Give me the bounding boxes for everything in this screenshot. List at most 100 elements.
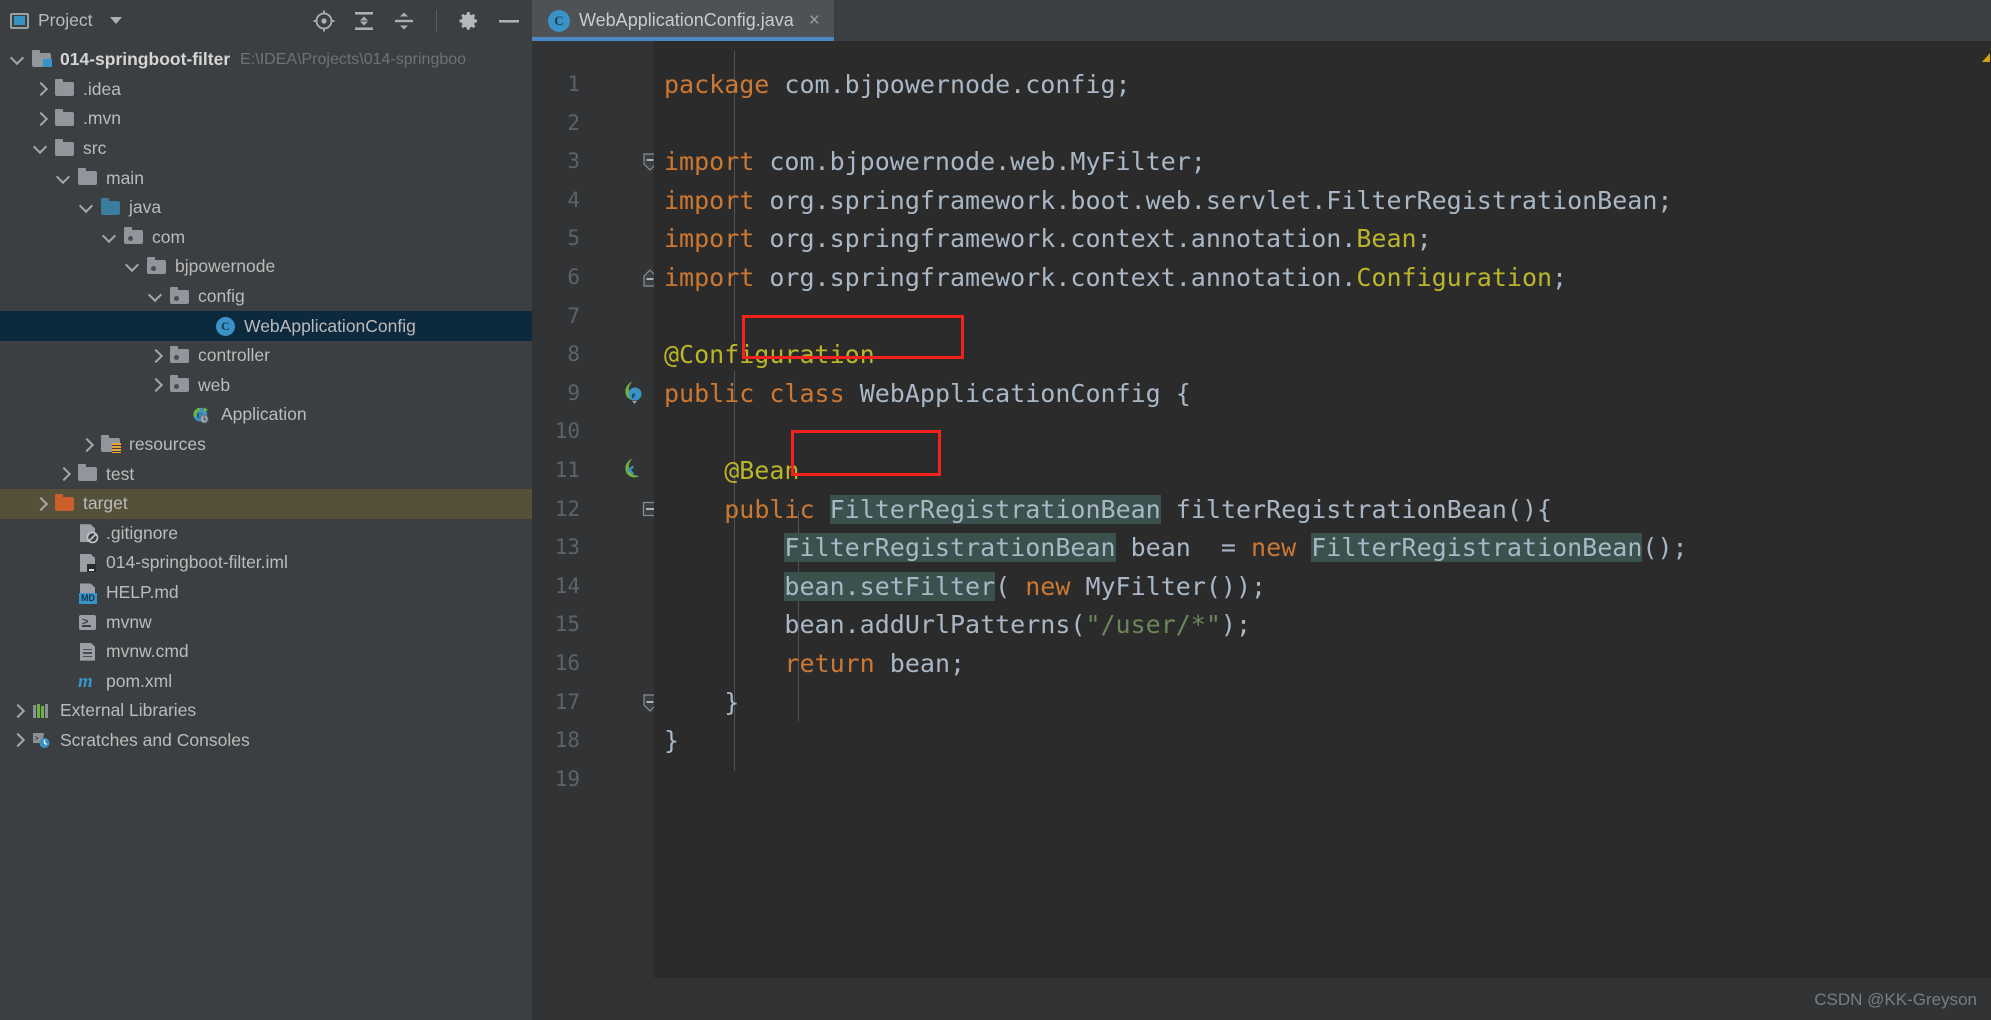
code-token: Configuration [1356, 263, 1553, 292]
chevron-down-icon[interactable] [148, 288, 165, 305]
java-class-icon: C [548, 9, 570, 32]
gutter-line-number: 16 [554, 651, 580, 675]
tree-item-test[interactable]: test [0, 459, 532, 489]
code-token: public [724, 494, 815, 524]
tree-item-label: 014-springboot-filter [60, 49, 231, 70]
close-icon[interactable]: × [809, 11, 820, 30]
tree-item-idea[interactable]: .idea [0, 75, 532, 105]
chevron-down-icon[interactable] [33, 140, 50, 157]
chevron-down-icon[interactable] [102, 229, 119, 246]
tree-item-bjpowernode[interactable]: bjpowernode [0, 252, 532, 282]
package-icon [169, 286, 191, 307]
idea-window: Project C WebApplicationConfig.java × 01… [0, 0, 1991, 1020]
tree-item-label: HELP.md [106, 581, 179, 602]
chevron-down-icon[interactable] [56, 170, 73, 187]
editor-tab-webapplicationconfig[interactable]: C WebApplicationConfig.java × [532, 0, 834, 41]
chevron-down-icon[interactable] [79, 199, 96, 216]
tree-item-label: bjpowernode [175, 256, 276, 277]
chevron-right-icon[interactable] [33, 495, 50, 512]
tree-item-com[interactable]: com [0, 223, 532, 253]
scrollbar-warning-marker[interactable] [1982, 53, 1990, 62]
gutter-line-number: 14 [554, 573, 580, 598]
tree-item-label: com [152, 226, 186, 247]
tree-item-config[interactable]: config [0, 282, 532, 312]
chevron-right-icon[interactable] [10, 732, 27, 749]
chevron-right-icon[interactable] [148, 347, 165, 364]
chevron-right-icon[interactable] [33, 81, 50, 98]
gear-icon[interactable] [456, 8, 482, 34]
tree-item-label: main [106, 167, 144, 188]
spring-bean-method-gutter-icon[interactable] [620, 456, 646, 482]
code-token: FilterRegistrationBean [784, 533, 1116, 563]
editor-gutter[interactable]: 1 2 3 4 5 6 7 8 9 10 11 12 13 14 15 16 17 18 19 e [532, 41, 658, 1020]
code-token: "/user/*" [1085, 610, 1221, 640]
tree-item-webapplicationconfig[interactable]: C WebApplicationConfig [0, 311, 532, 341]
gutter-line-number: 13 [554, 535, 580, 560]
bean-annotation-highlight [791, 430, 941, 476]
tree-item-label: WebApplicationConfig [244, 315, 416, 336]
code-token: bean; [874, 649, 966, 678]
tree-item-mvnw[interactable]: > mvnw [0, 607, 532, 637]
locate-target-icon[interactable] [311, 8, 337, 34]
tree-item-label: config [198, 286, 245, 307]
tree-item-label: web [198, 374, 231, 395]
tree-item-target[interactable]: target [0, 488, 532, 519]
minimize-icon[interactable] [496, 8, 522, 34]
chevron-down-icon[interactable] [125, 258, 142, 275]
chevron-right-icon[interactable] [56, 466, 73, 483]
code-token: @Bean [664, 456, 800, 485]
collapse-all-icon[interactable] [351, 8, 377, 34]
tree-item-application[interactable]: C Application [0, 400, 532, 430]
gutter-line-number: 8 [567, 342, 580, 367]
watermark-text: CSDN @KK-Greyson [1814, 990, 1977, 1009]
code-editor[interactable]: 1 2 3 4 5 6 7 8 9 10 11 12 13 14 15 16 17 18 19 e package c… [532, 41, 1991, 1020]
tree-item-014-springboot-filter-iml[interactable]: 014-springboot-filter.iml [0, 548, 532, 578]
code-token: filterRegistrationBean(){ [1160, 494, 1553, 524]
chevron-right-icon[interactable] [148, 377, 165, 394]
code-token: org.springframework.context.annotation. [754, 224, 1357, 254]
svg-text:e: e [632, 390, 636, 400]
tree-item-src[interactable]: src [0, 134, 532, 164]
tree-item-label: Scratches and Consoles [60, 729, 250, 750]
chevron-right-icon[interactable] [33, 110, 50, 127]
main-area: 014-springboot-filter E:\IDEA\Projects\01… [0, 41, 1991, 1020]
tree-item-gitignore[interactable]: .gitignore [0, 519, 532, 549]
project-tool-window-title-group[interactable]: Project [10, 10, 123, 31]
tree-item-resources[interactable]: resources [0, 430, 532, 460]
spring-bean-class-gutter-icon[interactable]: e [620, 379, 646, 405]
iml-file-icon [77, 553, 99, 573]
tree-item-014-springboot-filter[interactable]: 014-springboot-filter E:\IDEA\Projects\01… [0, 45, 532, 75]
tree-item-main[interactable]: main [0, 163, 532, 193]
editor-scrollbar[interactable] [1975, 41, 1991, 1020]
code-token: import [664, 185, 755, 215]
project-toolbar-actions [311, 8, 526, 34]
package-icon [146, 256, 168, 277]
tree-item-mvnw-cmd[interactable]: mvnw.cmd [0, 637, 532, 667]
code-content[interactable]: package com.bjpowernode.config; import co… [654, 41, 1991, 1020]
chevron-down-icon[interactable] [10, 51, 27, 68]
tree-item-web[interactable]: web [0, 371, 532, 401]
gutter-line-number: 9 [567, 380, 580, 405]
chevron-right-icon[interactable] [79, 436, 96, 453]
gutter-line-number: 2 [567, 110, 580, 135]
resources-folder-icon [100, 434, 122, 455]
code-token: new [1251, 533, 1297, 563]
chevron-right-icon[interactable] [10, 702, 27, 719]
tree-item-mvn[interactable]: .mvn [0, 104, 532, 134]
tree-item-help-md[interactable]: MD HELP.md [0, 578, 532, 608]
svg-text:>: > [35, 736, 39, 743]
project-tree[interactable]: 014-springboot-filter E:\IDEA\Projects\01… [0, 41, 532, 1020]
chevron-down-icon[interactable] [110, 17, 123, 24]
package-icon [169, 375, 191, 395]
code-token: ( [995, 571, 1026, 601]
tree-item-controller[interactable]: controller [0, 341, 532, 371]
tree-item-java[interactable]: java [0, 193, 532, 223]
tree-item-pom-xml[interactable]: m pom.xml [0, 666, 532, 696]
code-line-9: public class WebApplicationConfig { [664, 378, 1191, 408]
tree-item-scratches-and-consoles[interactable]: > Scratches and Consoles [0, 726, 532, 756]
expand-collapse-icon[interactable] [391, 8, 417, 34]
code-token: return [784, 649, 875, 678]
code-token: class [769, 378, 845, 408]
tree-item-external-libraries[interactable]: External Libraries [0, 696, 532, 726]
